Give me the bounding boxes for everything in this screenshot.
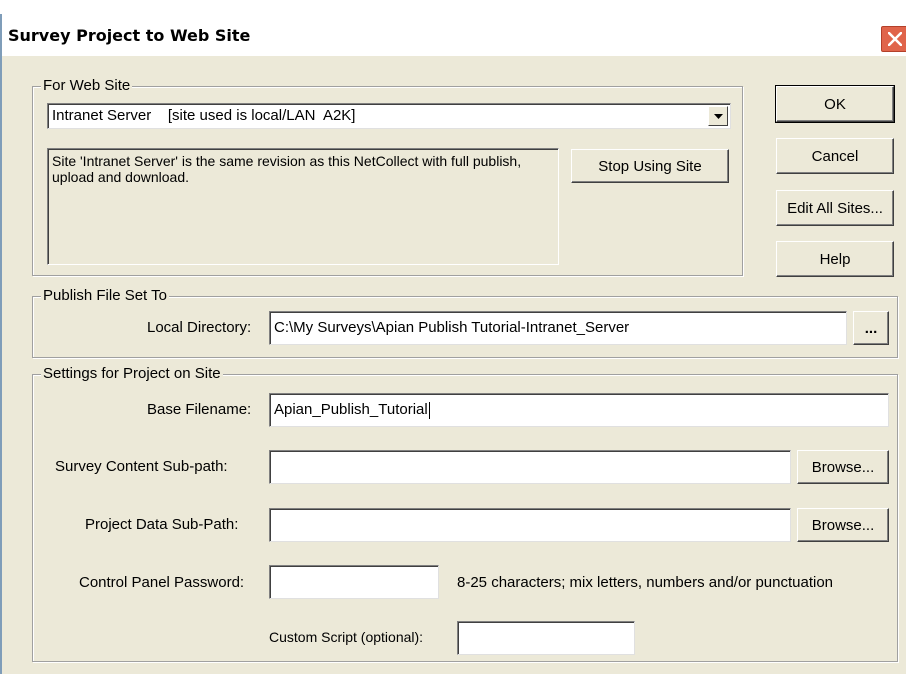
close-icon xyxy=(888,32,902,46)
window-title: Survey Project to Web Site xyxy=(8,26,251,45)
ok-button[interactable]: OK xyxy=(775,85,895,123)
base-filename-input[interactable]: Apian_Publish_Tutorial xyxy=(269,393,889,427)
local-directory-value: C:\My Surveys\Apian Publish Tutorial-Int… xyxy=(274,319,630,336)
site-dropdown[interactable]: Intranet Server [site used is local/LAN … xyxy=(47,103,731,129)
site-dropdown-value: Intranet Server [site used is local/LAN … xyxy=(52,107,356,124)
content-subpath-input[interactable] xyxy=(269,450,791,484)
help-button[interactable]: Help xyxy=(776,241,894,277)
password-input[interactable] xyxy=(269,565,439,599)
site-dropdown-arrow[interactable] xyxy=(708,106,728,126)
publish-group: Publish File Set To Local Directory: C:\… xyxy=(32,287,898,358)
site-description-text: Site 'Intranet Server' is the same revis… xyxy=(52,153,522,185)
local-directory-label: Local Directory: xyxy=(147,319,252,336)
local-directory-browse-button[interactable]: ... xyxy=(853,311,889,345)
base-filename-label: Base Filename: xyxy=(147,401,252,418)
dialog-window: Survey Project to Web Site For Web Site … xyxy=(0,14,906,674)
local-directory-input[interactable]: C:\My Surveys\Apian Publish Tutorial-Int… xyxy=(269,311,847,345)
settings-group: Settings for Project on Site Base Filena… xyxy=(32,365,898,662)
text-caret xyxy=(428,401,430,419)
title-bar[interactable]: Survey Project to Web Site xyxy=(2,14,906,56)
close-button[interactable] xyxy=(880,25,906,53)
publish-legend: Publish File Set To xyxy=(41,287,169,304)
data-subpath-browse-button[interactable]: Browse... xyxy=(797,508,889,542)
cancel-button[interactable]: Cancel xyxy=(776,138,894,174)
settings-legend: Settings for Project on Site xyxy=(41,365,223,382)
site-description: Site 'Intranet Server' is the same revis… xyxy=(47,148,559,265)
data-subpath-input[interactable] xyxy=(269,508,791,542)
content-subpath-label: Survey Content Sub-path: xyxy=(55,458,228,475)
data-subpath-label: Project Data Sub-Path: xyxy=(85,516,239,533)
password-hint: 8-25 characters; mix letters, numbers an… xyxy=(457,574,834,591)
web-site-legend: For Web Site xyxy=(41,77,133,94)
custom-script-input[interactable] xyxy=(457,621,635,655)
web-site-group: For Web Site Intranet Server [site used … xyxy=(32,77,743,276)
custom-script-label: Custom Script (optional): xyxy=(269,629,424,645)
chevron-down-icon xyxy=(714,114,723,119)
content-subpath-browse-button[interactable]: Browse... xyxy=(797,450,889,484)
password-label: Control Panel Password: xyxy=(79,574,245,591)
base-filename-value: Apian_Publish_Tutorial xyxy=(274,401,428,418)
stop-using-site-button[interactable]: Stop Using Site xyxy=(571,149,729,183)
edit-all-sites-button[interactable]: Edit All Sites... xyxy=(776,190,894,226)
